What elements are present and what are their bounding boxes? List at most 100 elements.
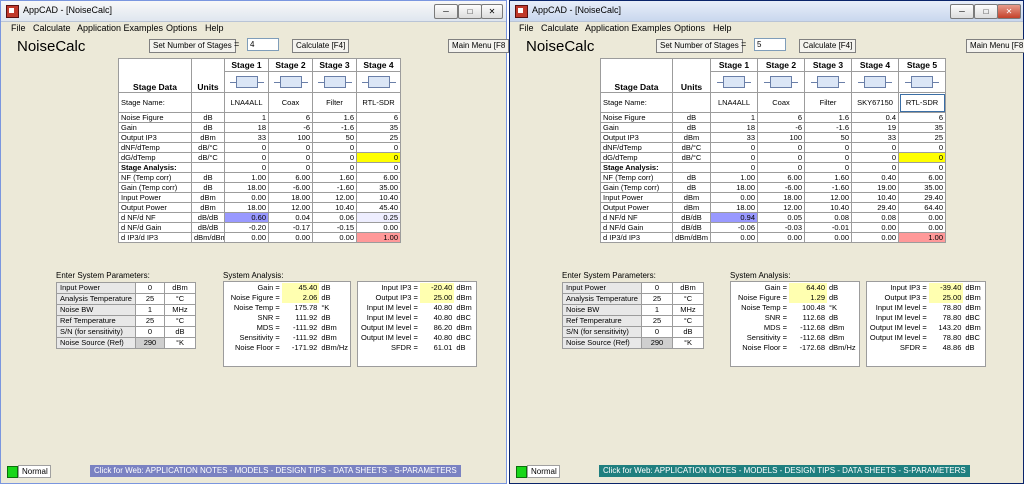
set-stages-button[interactable]: Set Number of Stages xyxy=(656,39,743,53)
dnf-dtemp-input[interactable]: 0 xyxy=(804,142,852,153)
dnf-dtemp-input[interactable]: 0 xyxy=(851,142,899,153)
gain-input[interactable]: -1.6 xyxy=(804,122,852,133)
dg-dtemp-input[interactable]: 0 xyxy=(710,152,758,163)
maximize-icon[interactable]: □ xyxy=(974,4,998,19)
menu-calculate[interactable]: Calculate xyxy=(33,23,71,33)
dnf-dtemp-input[interactable]: 0 xyxy=(898,142,946,153)
menu-file[interactable]: File xyxy=(11,23,26,33)
stage-block[interactable] xyxy=(851,71,899,93)
stage-block[interactable] xyxy=(710,71,758,93)
oip3-input[interactable]: 50 xyxy=(312,132,357,143)
stage-name-field[interactable]: Filter xyxy=(804,92,852,113)
set-stages-button[interactable]: Set Number of Stages xyxy=(149,39,236,53)
gain-input[interactable]: 35 xyxy=(356,122,401,133)
dnf-dtemp-input[interactable]: 0 xyxy=(710,142,758,153)
param-value[interactable]: 290 xyxy=(640,337,673,349)
web-links-banner[interactable]: Click for Web: APPLICATION NOTES - MODEL… xyxy=(90,465,461,477)
stage-block[interactable] xyxy=(898,71,946,93)
dg-dtemp-input[interactable]: 0 xyxy=(356,152,401,163)
stage-name-field[interactable]: SKY67150 xyxy=(851,92,899,113)
nf-input[interactable]: 1 xyxy=(710,112,758,123)
oip3-input[interactable]: 33 xyxy=(710,132,758,143)
nf-input[interactable]: 6 xyxy=(268,112,313,123)
dg-dtemp-input[interactable]: 0 xyxy=(898,152,946,163)
stage-name-field[interactable]: LNA4ALL xyxy=(710,92,758,113)
dnf-dtemp-input[interactable]: 0 xyxy=(757,142,805,153)
oip3-input[interactable]: 33 xyxy=(224,132,269,143)
calculate-button[interactable]: Calculate [F4] xyxy=(292,39,350,53)
close-icon[interactable]: ✕ xyxy=(481,4,503,19)
oip3-input[interactable]: 50 xyxy=(804,132,852,143)
stage-block[interactable] xyxy=(356,71,401,93)
menu-options[interactable]: Options xyxy=(166,23,197,33)
dg-dtemp-input[interactable]: 0 xyxy=(804,152,852,163)
nf-input[interactable]: 1.6 xyxy=(312,112,357,123)
menu-application-examples[interactable]: Application Examples xyxy=(77,23,163,33)
nf-input[interactable]: 6 xyxy=(898,112,946,123)
oip3-input[interactable]: 100 xyxy=(268,132,313,143)
dnf-dtemp-input[interactable]: 0 xyxy=(224,142,269,153)
param-value[interactable]: 25 xyxy=(640,293,673,305)
minimize-icon[interactable]: ─ xyxy=(434,4,458,19)
stage-block[interactable] xyxy=(804,71,852,93)
web-links-banner[interactable]: Click for Web: APPLICATION NOTES - MODEL… xyxy=(599,465,970,477)
stage-name-field[interactable]: Filter xyxy=(312,92,357,113)
param-value[interactable]: 25 xyxy=(640,315,673,327)
minimize-icon[interactable]: ─ xyxy=(950,4,974,19)
param-value[interactable]: 0 xyxy=(134,326,165,338)
stage-block[interactable] xyxy=(312,71,357,93)
menu-application-examples[interactable]: Application Examples xyxy=(585,23,671,33)
gain-input[interactable]: -1.6 xyxy=(312,122,357,133)
menu-help[interactable]: Help xyxy=(713,23,732,33)
calculate-button[interactable]: Calculate [F4] xyxy=(799,39,857,53)
param-value[interactable]: 1 xyxy=(640,304,673,316)
stage-name-field[interactable]: Coax xyxy=(268,92,313,113)
param-value[interactable]: 0 xyxy=(134,282,165,294)
title-bar[interactable]: AppCAD - [NoiseCalc] ─ □ ✕ xyxy=(510,1,1023,22)
nf-input[interactable]: 6 xyxy=(757,112,805,123)
dg-dtemp-input[interactable]: 0 xyxy=(757,152,805,163)
stage-block[interactable] xyxy=(757,71,805,93)
main-menu-button[interactable]: Main Menu [F8 xyxy=(448,39,509,53)
dnf-dtemp-input[interactable]: 0 xyxy=(356,142,401,153)
param-value[interactable]: 1 xyxy=(134,304,165,316)
stage-name-field[interactable]: RTL-SDR xyxy=(356,92,401,113)
stage-name-field[interactable]: LNA4ALL xyxy=(224,92,269,113)
gain-input[interactable]: 35 xyxy=(898,122,946,133)
title-bar[interactable]: AppCAD - [NoiseCalc] ─ □ ✕ xyxy=(1,1,506,22)
nf-input[interactable]: 1 xyxy=(224,112,269,123)
stage-block[interactable] xyxy=(224,71,269,93)
stage-block[interactable] xyxy=(268,71,313,93)
dnf-dtemp-input[interactable]: 0 xyxy=(312,142,357,153)
gain-input[interactable]: -6 xyxy=(757,122,805,133)
oip3-input[interactable]: 100 xyxy=(757,132,805,143)
menu-help[interactable]: Help xyxy=(205,23,224,33)
param-value[interactable]: 25 xyxy=(134,293,165,305)
stages-input[interactable]: 5 xyxy=(754,38,786,51)
gain-input[interactable]: 18 xyxy=(710,122,758,133)
stage-name-field[interactable]: Coax xyxy=(757,92,805,113)
nf-input[interactable]: 1.6 xyxy=(804,112,852,123)
gain-input[interactable]: -6 xyxy=(268,122,313,133)
oip3-input[interactable]: 25 xyxy=(356,132,401,143)
param-value[interactable]: 0 xyxy=(640,326,673,338)
param-value[interactable]: 0 xyxy=(640,282,673,294)
close-icon[interactable]: ✕ xyxy=(997,4,1021,19)
oip3-input[interactable]: 25 xyxy=(898,132,946,143)
menu-options[interactable]: Options xyxy=(674,23,705,33)
gain-input[interactable]: 19 xyxy=(851,122,899,133)
oip3-input[interactable]: 33 xyxy=(851,132,899,143)
dg-dtemp-input[interactable]: 0 xyxy=(224,152,269,163)
main-menu-button[interactable]: Main Menu [F8 xyxy=(966,39,1024,53)
dg-dtemp-input[interactable]: 0 xyxy=(268,152,313,163)
gain-input[interactable]: 18 xyxy=(224,122,269,133)
nf-input[interactable]: 6 xyxy=(356,112,401,123)
app-icon[interactable] xyxy=(6,5,19,18)
param-value[interactable]: 290 xyxy=(134,337,165,349)
menu-file[interactable]: File xyxy=(519,23,534,33)
param-value[interactable]: 25 xyxy=(134,315,165,327)
dg-dtemp-input[interactable]: 0 xyxy=(312,152,357,163)
dnf-dtemp-input[interactable]: 0 xyxy=(268,142,313,153)
app-icon[interactable] xyxy=(515,5,528,18)
menu-calculate[interactable]: Calculate xyxy=(541,23,579,33)
